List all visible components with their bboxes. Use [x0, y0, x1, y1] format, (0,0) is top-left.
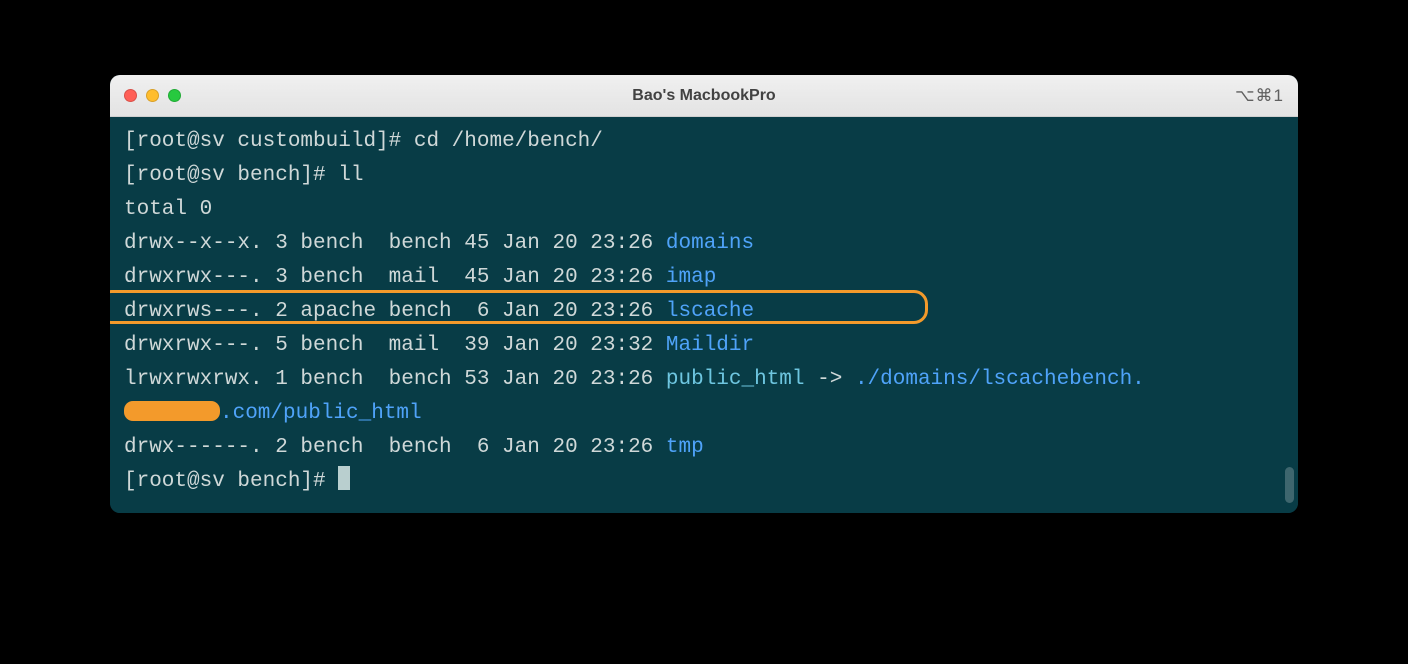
minimize-icon[interactable]: [146, 89, 159, 102]
link-name: public_html: [666, 368, 805, 391]
prompt-line: [root@sv custombuild]# cd /home/bench/: [124, 125, 1284, 159]
dir-name: tmp: [666, 436, 704, 459]
titlebar: Bao's MacbookPro ⌥⌘1: [110, 75, 1298, 117]
ls-row: drwx--x--x. 3 bench bench 45 Jan 20 23:2…: [124, 227, 1284, 261]
cursor: [338, 466, 350, 490]
dir-name: imap: [666, 266, 716, 289]
ls-row-symlink: lrwxrwxrwx. 1 bench bench 53 Jan 20 23:2…: [124, 363, 1284, 397]
link-target: ./domains/lscachebench.: [855, 368, 1145, 391]
link-target-cont: .com/public_html: [220, 402, 422, 425]
dir-name: domains: [666, 232, 754, 255]
file-meta: drwxrwx---. 3 bench mail 45 Jan 20 23:26: [124, 266, 666, 289]
prompt-line: [root@sv bench]#: [124, 465, 1284, 499]
terminal-body[interactable]: [root@sv custombuild]# cd /home/bench/ […: [110, 117, 1298, 513]
ls-row: drwxrwx---. 3 bench mail 45 Jan 20 23:26…: [124, 261, 1284, 295]
output-line: total 0: [124, 193, 1284, 227]
dir-name: lscache: [666, 300, 754, 323]
prompt-text: [root@sv bench]#: [124, 164, 338, 187]
prompt-text: [root@sv bench]#: [124, 470, 338, 493]
window-title: Bao's MacbookPro: [110, 87, 1298, 105]
keyboard-shortcut-label: ⌥⌘1: [1235, 86, 1284, 106]
scrollbar-thumb[interactable]: [1285, 467, 1294, 503]
ls-row: drwxrws---. 2 apache bench 6 Jan 20 23:2…: [124, 295, 1284, 329]
redacted-block: [124, 401, 220, 421]
file-meta: drwx------. 2 bench bench 6 Jan 20 23:26: [124, 436, 666, 459]
file-meta: lrwxrwxrwx. 1 bench bench 53 Jan 20 23:2…: [124, 368, 666, 391]
file-meta: drwxrws---. 2 apache bench 6 Jan 20 23:2…: [124, 300, 666, 323]
prompt-line: [root@sv bench]# ll: [124, 159, 1284, 193]
file-meta: drwx--x--x. 3 bench bench 45 Jan 20 23:2…: [124, 232, 666, 255]
traffic-lights: [124, 89, 181, 102]
cmd-text: ll: [338, 164, 363, 187]
file-meta: drwxrwx---. 5 bench mail 39 Jan 20 23:32: [124, 334, 666, 357]
dir-name: Maildir: [666, 334, 754, 357]
cmd-text: cd /home/bench/: [414, 130, 603, 153]
ls-row-symlink-cont: .com/public_html: [124, 397, 1284, 431]
zoom-icon[interactable]: [168, 89, 181, 102]
ls-row: drwx------. 2 bench bench 6 Jan 20 23:26…: [124, 431, 1284, 465]
prompt-text: [root@sv custombuild]#: [124, 130, 414, 153]
terminal-window: Bao's MacbookPro ⌥⌘1 [root@sv custombuil…: [110, 75, 1298, 513]
arrow: ->: [805, 368, 855, 391]
close-icon[interactable]: [124, 89, 137, 102]
ls-row: drwxrwx---. 5 bench mail 39 Jan 20 23:32…: [124, 329, 1284, 363]
